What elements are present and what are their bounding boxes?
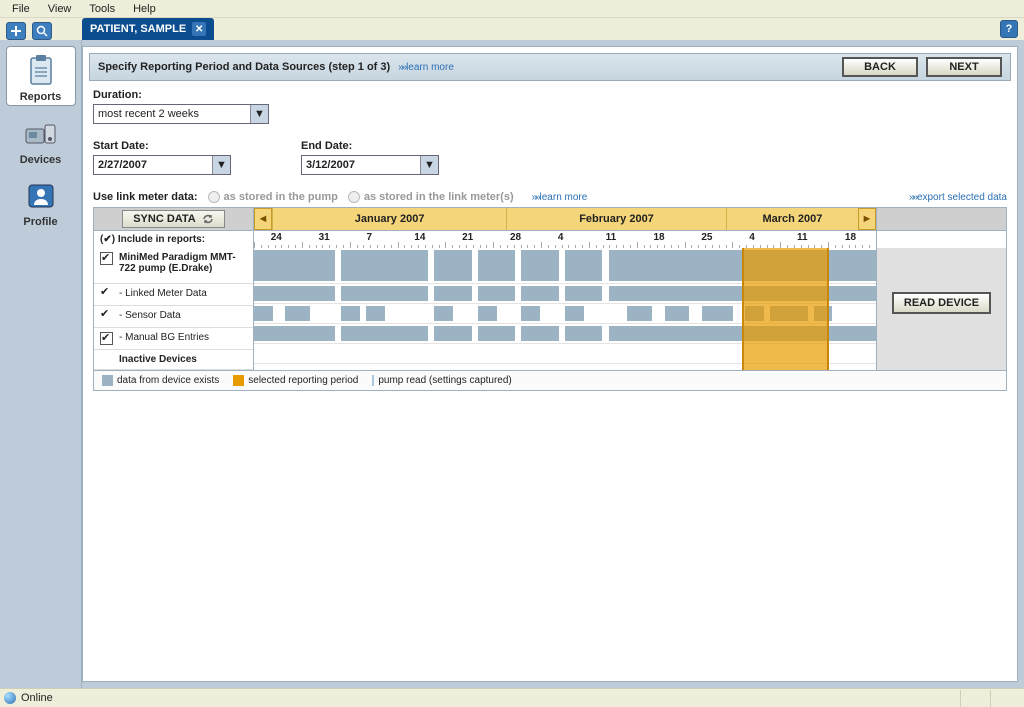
start-date-value: 2/27/2007 [98,159,147,171]
export-selected-link[interactable]: export selected data [909,192,1007,203]
duration-label: Duration: [93,89,1007,101]
tab-strip: PATIENT, SAMPLE ✕ ? [0,18,1024,40]
dropdown-arrow-icon: ▼ [212,156,230,174]
form-area: Duration: most recent 2 weeks ▼ Start Da… [83,89,1017,203]
linkmeter-label: Use link meter data: [93,191,198,203]
search-button[interactable] [32,22,52,40]
include-label: Include in reports: [118,234,205,245]
radio-pump: as stored in the pump [208,191,338,203]
include-checkmark[interactable] [100,288,113,301]
include-checkbox[interactable] [100,252,113,265]
end-date-value: 3/12/2007 [306,159,355,171]
timeline-row-label: - Sensor Data [94,306,253,328]
menu-help[interactable]: Help [125,1,164,17]
dropdown-arrow-icon: ▼ [420,156,438,174]
status-text: Online [21,692,53,704]
workspace: Reports Devices Profile Specify Reportin… [0,40,1024,688]
step-title: Specify Reporting Period and Data Source… [98,61,390,73]
sidebar-item-label: Profile [23,216,57,228]
menu-view[interactable]: View [40,1,80,17]
include-checkmark[interactable] [100,310,113,323]
reports-icon [21,53,61,89]
duration-select[interactable]: most recent 2 weeks ▼ [93,104,269,124]
profile-icon [21,178,61,214]
end-date-select[interactable]: 3/12/2007 ▼ [301,155,439,175]
month-header: March 2007 [726,208,858,230]
menu-tools[interactable]: Tools [81,1,123,17]
timeline-data-area[interactable] [254,248,876,370]
timeline-rows-labels: MiniMed Paradigm MMT-722 pump (E.Drake) -… [94,248,254,370]
legend-pumpread: pump read (settings captured) [372,375,511,386]
row-label-text: - Manual BG Entries [119,332,209,343]
month-header: February 2007 [506,208,726,230]
row-label-text: - Sensor Data [119,310,181,321]
timeline-row-label: - Manual BG Entries [94,328,253,350]
end-date-label: End Date: [301,140,439,152]
radio-icon [348,191,360,203]
timeline-next-button[interactable]: ► [858,208,876,230]
step-learn-more-link[interactable]: learn more [398,62,454,73]
timeline-prev-button[interactable]: ◄ [254,208,272,230]
sidebar-item-label: Devices [20,154,62,166]
sync-data-button[interactable]: SYNC DATA [122,210,225,228]
devices-icon [21,116,61,152]
radio-icon [208,191,220,203]
month-header: January 2007 [272,208,506,230]
legend: data from device exists selected reporti… [94,370,1006,390]
duration-value: most recent 2 weeks [98,108,199,120]
step-header: Specify Reporting Period and Data Source… [89,53,1011,81]
back-button[interactable]: BACK [842,57,918,77]
close-tab-icon[interactable]: ✕ [192,22,206,36]
help-button[interactable]: ? [1000,20,1018,38]
tab-title: PATIENT, SAMPLE [90,23,186,35]
radio-meter: as stored in the link meter(s) [348,191,514,203]
menu-file[interactable]: File [4,1,38,17]
menu-bar: File View Tools Help [0,0,1024,18]
patient-tab[interactable]: PATIENT, SAMPLE ✕ [82,18,214,40]
legend-exists: data from device exists [102,375,219,386]
sync-icon [202,213,214,225]
sidebar-item-profile[interactable]: Profile [6,172,76,230]
timeline: SYNC DATA ◄ January 2007 February 2007 M… [93,207,1007,391]
start-date-label: Start Date: [93,140,231,152]
row-label-text: MiniMed Paradigm MMT-722 pump (E.Drake) [119,252,247,274]
legend-selected: selected reporting period [233,375,358,386]
include-checkbox[interactable] [100,332,113,345]
online-icon [4,692,16,704]
status-bar: Online [0,688,1024,707]
sidebar: Reports Devices Profile [0,40,82,688]
day-axis: 24317142128411182541118 [254,230,876,248]
sidebar-item-label: Reports [20,91,62,103]
timeline-row-label: MiniMed Paradigm MMT-722 pump (E.Drake) [94,248,253,284]
row-label-text: Inactive Devices [119,354,197,365]
content-area: Specify Reporting Period and Data Source… [82,46,1018,682]
row-label-text: - Linked Meter Data [119,288,207,299]
sidebar-item-devices[interactable]: Devices [6,110,76,168]
sidebar-item-reports[interactable]: Reports [6,46,76,106]
read-device-button[interactable]: READ DEVICE [892,292,991,314]
next-button[interactable]: NEXT [926,57,1002,77]
linkmeter-learn-more-link[interactable]: learn more [532,192,588,203]
timeline-row-label: - Linked Meter Data [94,284,253,306]
timeline-row-label: Inactive Devices [94,350,253,370]
start-date-select[interactable]: 2/27/2007 ▼ [93,155,231,175]
dropdown-arrow-icon: ▼ [250,105,268,123]
add-tab-button[interactable] [6,22,26,40]
